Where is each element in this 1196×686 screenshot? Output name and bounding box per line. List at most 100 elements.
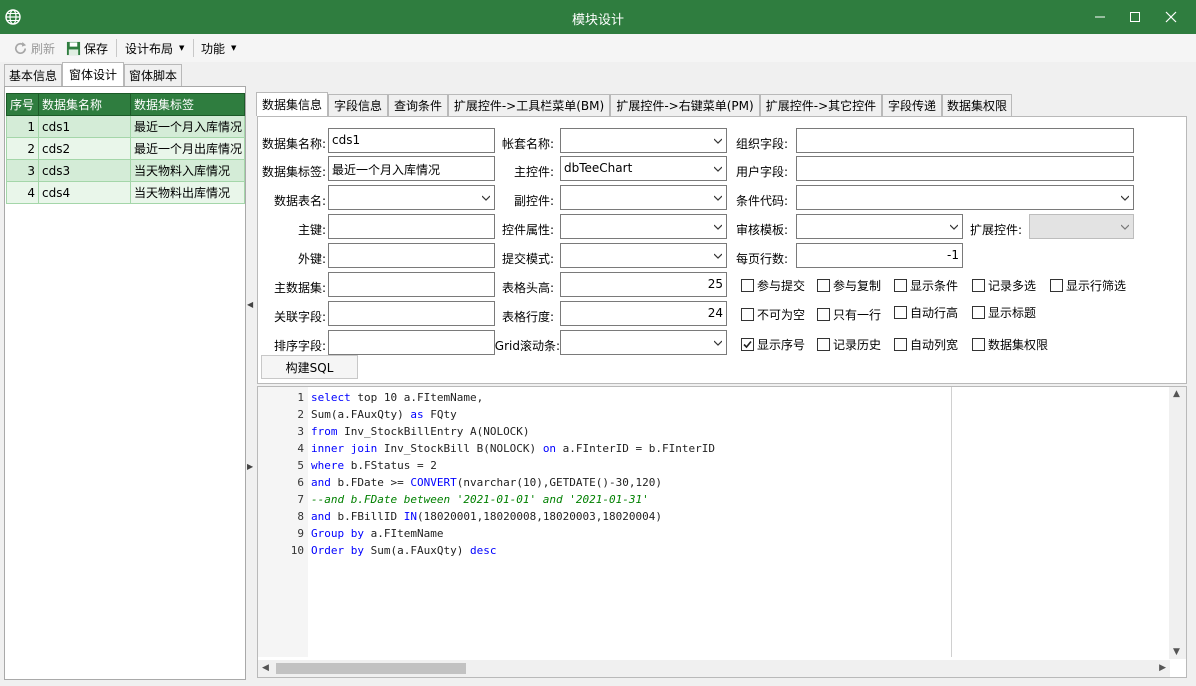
checkbox-box[interactable] [817,338,830,351]
tab-field-transfer[interactable]: 字段传递 [882,94,942,116]
account-name-select[interactable] [560,128,727,153]
cell-no[interactable]: 4 [6,181,39,204]
tab-query-conditions[interactable]: 查询条件 [388,94,448,116]
checkbox-box[interactable] [817,279,830,292]
tab-dataset-info[interactable]: 数据集信息 [256,92,328,116]
tab-ext-other-controls[interactable]: 扩展控件->其它控件 [760,94,882,116]
checkbox-box[interactable] [741,279,754,292]
cell-name[interactable]: cds2 [38,137,131,160]
table-name-select[interactable] [328,185,495,210]
checkbox-box[interactable] [972,279,985,292]
table-row[interactable]: 3 cds3 当天物料入库情况 [6,159,245,182]
participate-submit-checkbox[interactable]: 参与提交 [741,277,805,294]
dataset-name-field[interactable]: cds1 [328,128,495,153]
tab-form-design[interactable]: 窗体设计 [62,62,124,86]
tab-form-script[interactable]: 窗体脚本 [124,64,182,86]
cell-label[interactable]: 当天物料入库情况 [130,159,245,182]
tab-dataset-permissions[interactable]: 数据集权限 [942,94,1012,116]
row-height-field[interactable]: 24 [560,301,727,326]
main-control-select[interactable]: dbTeeChart [560,156,727,181]
checkbox-box[interactable] [1050,279,1063,292]
cell-no[interactable]: 2 [6,137,39,160]
scroll-down-icon[interactable]: ▼ [1173,647,1180,657]
master-dataset-field[interactable] [328,272,495,297]
checkbox-box[interactable] [817,308,830,321]
tab-field-info[interactable]: 字段信息 [328,94,388,116]
user-field-field[interactable] [796,156,1134,181]
cell-label[interactable]: 当天物料出库情况 [130,181,245,204]
collapse-left-icon[interactable]: ◀ [247,300,253,309]
scroll-up-icon[interactable]: ▲ [1173,389,1180,399]
checkbox-box[interactable] [972,338,985,351]
scroll-right-icon[interactable]: ▶ [1159,663,1166,673]
cell-name[interactable]: cds3 [38,159,131,182]
expand-right-icon[interactable]: ▶ [247,462,253,471]
vertical-scrollbar[interactable]: ▲ ▼ [1169,387,1186,659]
multi-select-checkbox[interactable]: 记录多选 [972,277,1036,294]
not-null-checkbox[interactable]: 不可为空 [741,306,805,323]
grid-scrollbar-select[interactable] [560,330,727,355]
tab-basic-info[interactable]: 基本信息 [4,64,62,86]
show-title-checkbox[interactable]: 显示标题 [972,304,1036,321]
minimize-button[interactable] [1082,0,1118,34]
sql-editor[interactable]: 1 2 3 4 5 6 7 8 9 10 select top 10 a.FItemName, Su… [257,386,1187,678]
scroll-left-icon[interactable]: ◀ [262,663,269,673]
participate-copy-checkbox[interactable]: 参与复制 [817,277,881,294]
build-sql-button[interactable]: 构建SQL [261,355,358,379]
sql-keyword: select [311,391,351,404]
checkbox-box[interactable] [894,338,907,351]
audit-template-select[interactable] [796,214,963,239]
column-header-name[interactable]: 数据集名称 [38,93,131,116]
tab-label: 窗体脚本 [128,69,177,83]
show-condition-checkbox[interactable]: 显示条件 [894,277,958,294]
header-height-field[interactable]: 25 [560,272,727,297]
checkbox-box-checked[interactable] [741,338,754,351]
auto-col-width-checkbox[interactable]: 自动列宽 [894,336,958,353]
dataset-permission-checkbox[interactable]: 数据集权限 [972,336,1048,353]
checkbox-box[interactable] [972,306,985,319]
record-history-checkbox[interactable]: 记录历史 [817,336,881,353]
tab-ext-toolbar-menu[interactable]: 扩展控件->工具栏菜单(BM) [448,94,610,116]
refresh-button[interactable]: 刷新 [13,40,55,56]
show-row-filter-checkbox[interactable]: 显示行筛选 [1050,277,1126,294]
column-header-no[interactable]: 序号 [6,93,39,116]
org-field-field[interactable] [796,128,1134,153]
close-button[interactable] [1153,0,1189,34]
control-props-select[interactable] [560,214,727,239]
submit-mode-select[interactable] [560,243,727,268]
checkbox-box[interactable] [741,308,754,321]
cell-no[interactable]: 3 [6,159,39,182]
single-row-checkbox[interactable]: 只有一行 [817,306,881,323]
layout-menu-button[interactable]: 设计布局 ▼ [125,40,184,56]
dataset-label-field[interactable]: 最近一个月入库情况 [328,156,495,181]
link-field-field[interactable] [328,301,495,326]
line-number: 7 [297,493,304,506]
cell-name[interactable]: cds1 [38,115,131,138]
auto-row-height-checkbox[interactable]: 自动行高 [894,304,958,321]
function-menu-button[interactable]: 功能 ▼ [201,40,236,56]
table-row[interactable]: 1 cds1 最近一个月入库情况 [6,115,245,138]
checkbox-box[interactable] [894,306,907,319]
cell-name[interactable]: cds4 [38,181,131,204]
sort-field-field[interactable] [328,330,495,355]
primary-key-field[interactable] [328,214,495,239]
column-header-label[interactable]: 数据集标签 [130,93,245,116]
horizontal-scrollbar[interactable]: ◀ ▶ [258,660,1170,677]
cell-label[interactable]: 最近一个月入库情况 [130,115,245,138]
show-row-number-checkbox[interactable]: 显示序号 [741,336,805,353]
checkbox-box[interactable] [894,279,907,292]
foreign-key-field[interactable] [328,243,495,268]
tab-ext-context-menu[interactable]: 扩展控件->右键菜单(PM) [610,94,760,116]
panel-splitter[interactable]: ◀ ▶ [246,86,254,680]
sub-control-select[interactable] [560,185,727,210]
table-row[interactable]: 4 cds4 当天物料出库情况 [6,181,245,204]
table-row[interactable]: 2 cds2 最近一个月出库情况 [6,137,245,160]
save-button[interactable]: 保存 [66,40,108,56]
line-number: 5 [297,459,304,472]
maximize-button[interactable] [1117,0,1153,34]
scrollbar-thumb[interactable] [276,663,466,674]
condition-code-select[interactable] [796,185,1134,210]
page-rows-field[interactable]: -1 [796,243,963,268]
cell-no[interactable]: 1 [6,115,39,138]
cell-label[interactable]: 最近一个月出库情况 [130,137,245,160]
